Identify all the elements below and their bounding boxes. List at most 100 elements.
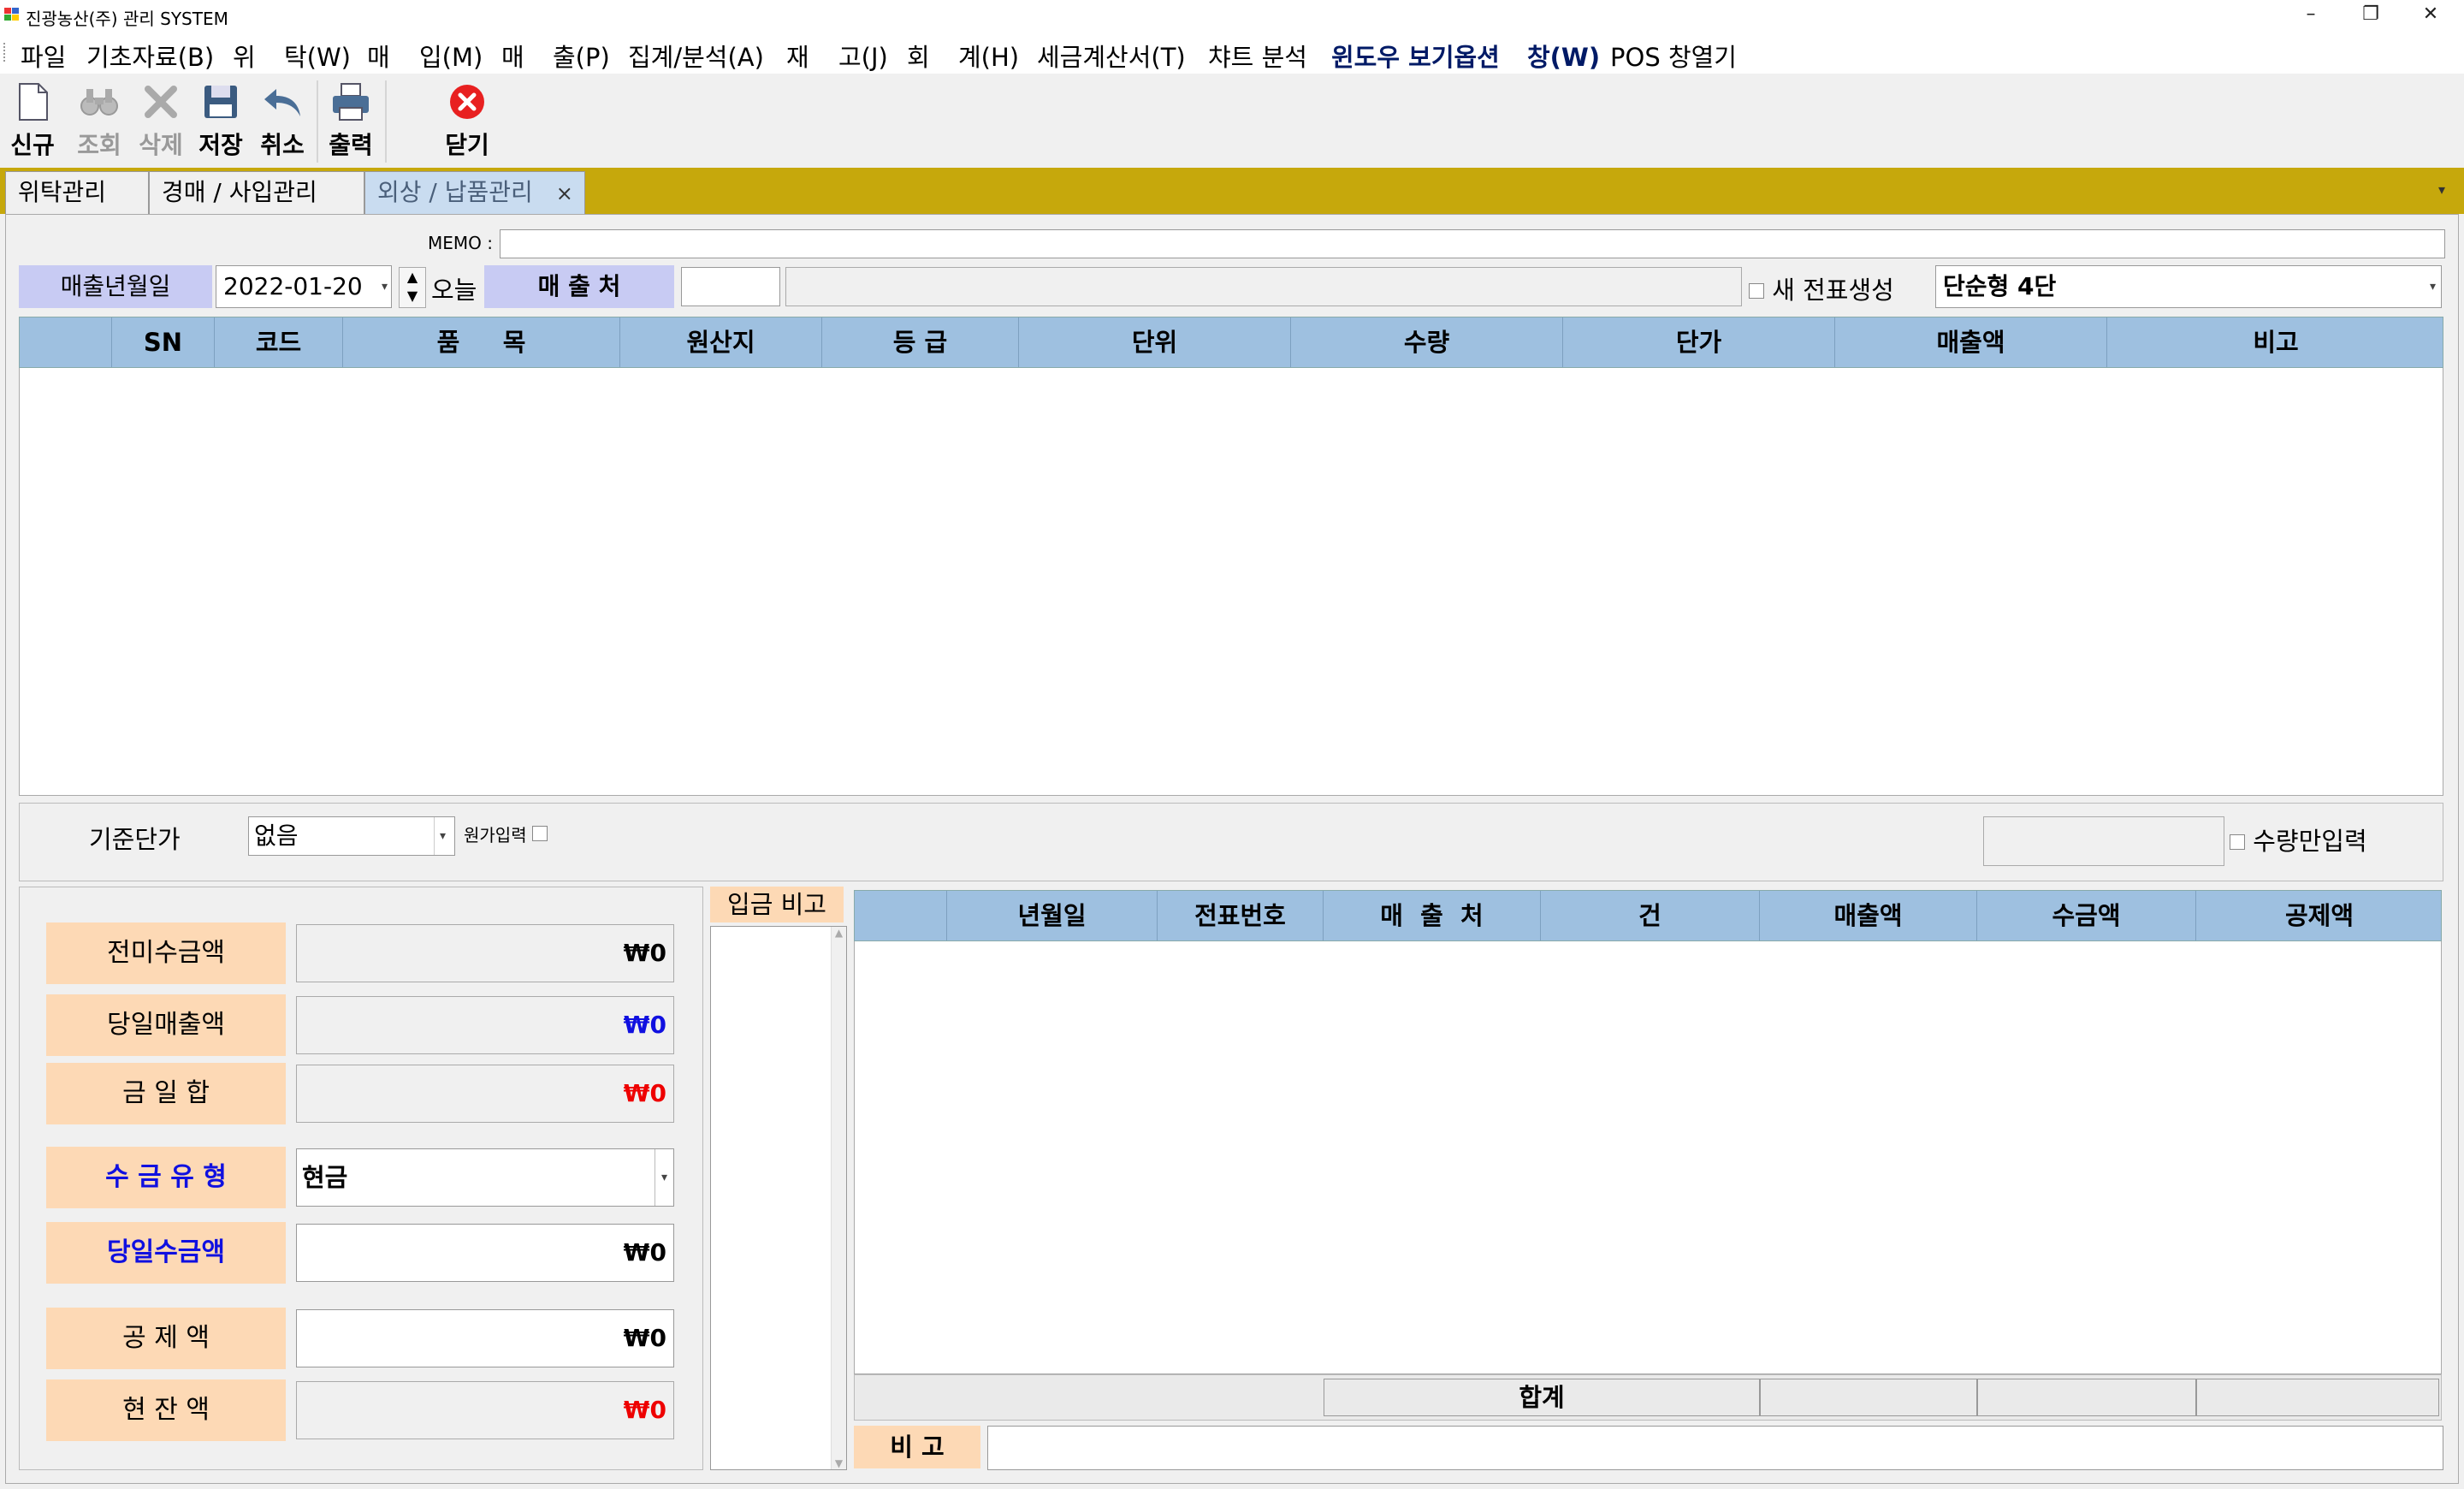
new-button[interactable]: 신규 bbox=[5, 77, 60, 166]
deposit-note-textarea[interactable]: ▲ ▼ bbox=[710, 926, 847, 1470]
menu-item[interactable]: 집계/분석(A) bbox=[628, 38, 764, 74]
save-label: 저장 bbox=[198, 131, 243, 159]
history-col-count[interactable]: 건 bbox=[1541, 891, 1760, 940]
window-title: 진광농산(주) 관리 SYSTEM bbox=[26, 9, 228, 29]
new-slip-label: 새 전표생성 bbox=[1772, 276, 1894, 305]
summary-value-field: ₩0 bbox=[296, 996, 674, 1054]
payment-type-dropdown-icon[interactable]: ▾ bbox=[654, 1149, 673, 1206]
menu-item[interactable]: POS 창열기 bbox=[1610, 38, 1737, 74]
tab-consignment[interactable]: 위탁관리 bbox=[5, 171, 149, 214]
date-dropdown-icon[interactable]: ▾ bbox=[382, 266, 388, 307]
items-col-grade[interactable]: 등 급 bbox=[822, 317, 1019, 367]
base-price-dropdown-icon[interactable]: ▾ bbox=[434, 817, 451, 855]
print-format-dropdown-icon[interactable]: ▾ bbox=[2430, 266, 2436, 307]
history-grid-body[interactable] bbox=[854, 941, 2442, 1374]
history-col-sales[interactable]: 매출액 bbox=[1760, 891, 1977, 940]
items-col-origin[interactable]: 원산지 bbox=[620, 317, 822, 367]
summary-value: ₩0 bbox=[623, 1396, 666, 1424]
menu-item[interactable]: 매 bbox=[501, 38, 524, 74]
print-format-value: 단순형 4단 bbox=[1943, 272, 2057, 300]
deposit-note-scrollbar[interactable]: ▲ ▼ bbox=[831, 927, 846, 1469]
items-col-note[interactable]: 비고 bbox=[2107, 317, 2444, 367]
title-bar bbox=[0, 0, 2464, 31]
menu-item[interactable]: 고(J) bbox=[838, 38, 888, 74]
spin-up-icon[interactable]: ▲ bbox=[400, 268, 425, 287]
new-label: 신규 bbox=[10, 131, 55, 159]
tab-list-dropdown-icon[interactable]: ▾ bbox=[2438, 181, 2445, 198]
menu-item[interactable]: 창(W) bbox=[1527, 38, 1600, 74]
customer-code-input[interactable] bbox=[681, 267, 780, 306]
summary-value-field: ₩0 bbox=[296, 1381, 674, 1439]
menu-item[interactable]: 입(M) bbox=[419, 38, 483, 74]
close-button[interactable]: 닫기 bbox=[440, 77, 495, 166]
print-format-select[interactable]: 단순형 4단 ▾ bbox=[1935, 265, 2442, 308]
qty-only-checkbox[interactable]: 수량만입력 bbox=[2230, 822, 2367, 857]
summary-label: 공 제 액 bbox=[46, 1308, 286, 1369]
items-col-select[interactable] bbox=[20, 317, 112, 367]
minimize-button[interactable]: – bbox=[2281, 0, 2341, 31]
menu-item[interactable]: 위 bbox=[233, 38, 256, 74]
history-col-slip-no[interactable]: 전표번호 bbox=[1158, 891, 1324, 940]
items-col-amount[interactable]: 매출액 bbox=[1835, 317, 2107, 367]
summary-label: 당일수금액 bbox=[46, 1222, 286, 1284]
menu-item[interactable]: 회 bbox=[907, 38, 930, 74]
items-col-code[interactable]: 코드 bbox=[215, 317, 343, 367]
history-total-deduction bbox=[2196, 1379, 2439, 1416]
items-col-price[interactable]: 단가 bbox=[1563, 317, 1835, 367]
qty-only-check-icon[interactable] bbox=[2230, 834, 2245, 850]
menu-item[interactable]: 기초자료(B) bbox=[86, 38, 214, 74]
scroll-up-icon[interactable]: ▲ bbox=[832, 927, 846, 939]
summary-label: 수 금 유 형 bbox=[46, 1147, 286, 1208]
tab-close-icon[interactable]: × bbox=[556, 181, 573, 205]
spin-down-icon[interactable]: ▼ bbox=[400, 287, 425, 306]
qty-only-display bbox=[1983, 816, 2224, 866]
history-col-date[interactable]: 년월일 bbox=[947, 891, 1158, 940]
history-col-received[interactable]: 수금액 bbox=[1977, 891, 2196, 940]
search-label: 조회 bbox=[77, 131, 121, 159]
menu-item[interactable]: 계(H) bbox=[958, 38, 1019, 74]
close-label: 닫기 bbox=[445, 131, 489, 159]
scroll-down-icon[interactable]: ▼ bbox=[832, 1457, 846, 1469]
items-col-unit[interactable]: 단위 bbox=[1019, 317, 1291, 367]
items-col-qty[interactable]: 수량 bbox=[1291, 317, 1563, 367]
tab-credit-delivery[interactable]: 외상 / 납품관리 × bbox=[364, 171, 585, 214]
delete-button[interactable]: 삭제 bbox=[133, 77, 188, 166]
date-spinner[interactable]: ▲ ▼ bbox=[399, 267, 426, 308]
tab-credit-delivery-label: 외상 / 납품관리 bbox=[377, 178, 533, 206]
history-col-select[interactable] bbox=[855, 891, 947, 940]
today-button[interactable]: 오늘 bbox=[431, 270, 477, 306]
cancel-button[interactable]: 취소 bbox=[255, 77, 310, 166]
save-button[interactable]: 저장 bbox=[193, 77, 248, 166]
new-slip-check-icon[interactable] bbox=[1749, 283, 1764, 299]
summary-value-field[interactable]: ₩0 bbox=[296, 1224, 674, 1282]
items-col-sn[interactable]: SN bbox=[112, 317, 215, 367]
search-button[interactable]: 조회 bbox=[72, 77, 127, 166]
tab-auction[interactable]: 경매 / 사입관리 bbox=[149, 171, 364, 214]
summary-value-field[interactable]: ₩0 bbox=[296, 1309, 674, 1367]
restore-button[interactable]: ❐ bbox=[2341, 0, 2401, 31]
menu-item[interactable]: 재 bbox=[786, 38, 809, 74]
menu-item[interactable]: 윈도우 보기옵션 bbox=[1331, 38, 1500, 74]
menu-item[interactable]: 매 bbox=[367, 38, 390, 74]
history-col-deduction[interactable]: 공제액 bbox=[2196, 891, 2443, 940]
close-window-button[interactable]: ✕ bbox=[2401, 0, 2461, 31]
cost-input-check-icon[interactable] bbox=[531, 826, 548, 841]
summary-label: 당일매출액 bbox=[46, 994, 286, 1056]
sales-date-picker[interactable]: 2022-01-20 ▾ bbox=[216, 265, 392, 308]
remark-input[interactable] bbox=[987, 1426, 2443, 1470]
menu-item[interactable]: 탁(W) bbox=[284, 38, 351, 74]
sales-date-label: 매출년월일 bbox=[19, 265, 212, 308]
menu-item[interactable]: 출(P) bbox=[553, 38, 610, 74]
memo-input[interactable] bbox=[500, 229, 2445, 258]
menu-item[interactable]: 세금계산서(T) bbox=[1037, 38, 1186, 74]
menu-item[interactable]: 파일 bbox=[21, 38, 66, 74]
items-grid-body[interactable] bbox=[19, 368, 2443, 796]
history-col-customer[interactable]: 매 출 처 bbox=[1324, 891, 1541, 940]
payment-type-select[interactable]: 현금 ▾ bbox=[296, 1148, 674, 1207]
menu-item[interactable]: 챠트 분석 bbox=[1208, 38, 1307, 74]
print-button[interactable]: 출력 bbox=[323, 77, 378, 166]
new-slip-checkbox[interactable]: 새 전표생성 bbox=[1749, 270, 1894, 306]
cost-input-checkbox[interactable]: 원가입력 bbox=[464, 822, 548, 846]
base-price-select[interactable]: 없음 ▾ bbox=[248, 816, 455, 856]
items-col-item[interactable]: 품 목 bbox=[343, 317, 620, 367]
